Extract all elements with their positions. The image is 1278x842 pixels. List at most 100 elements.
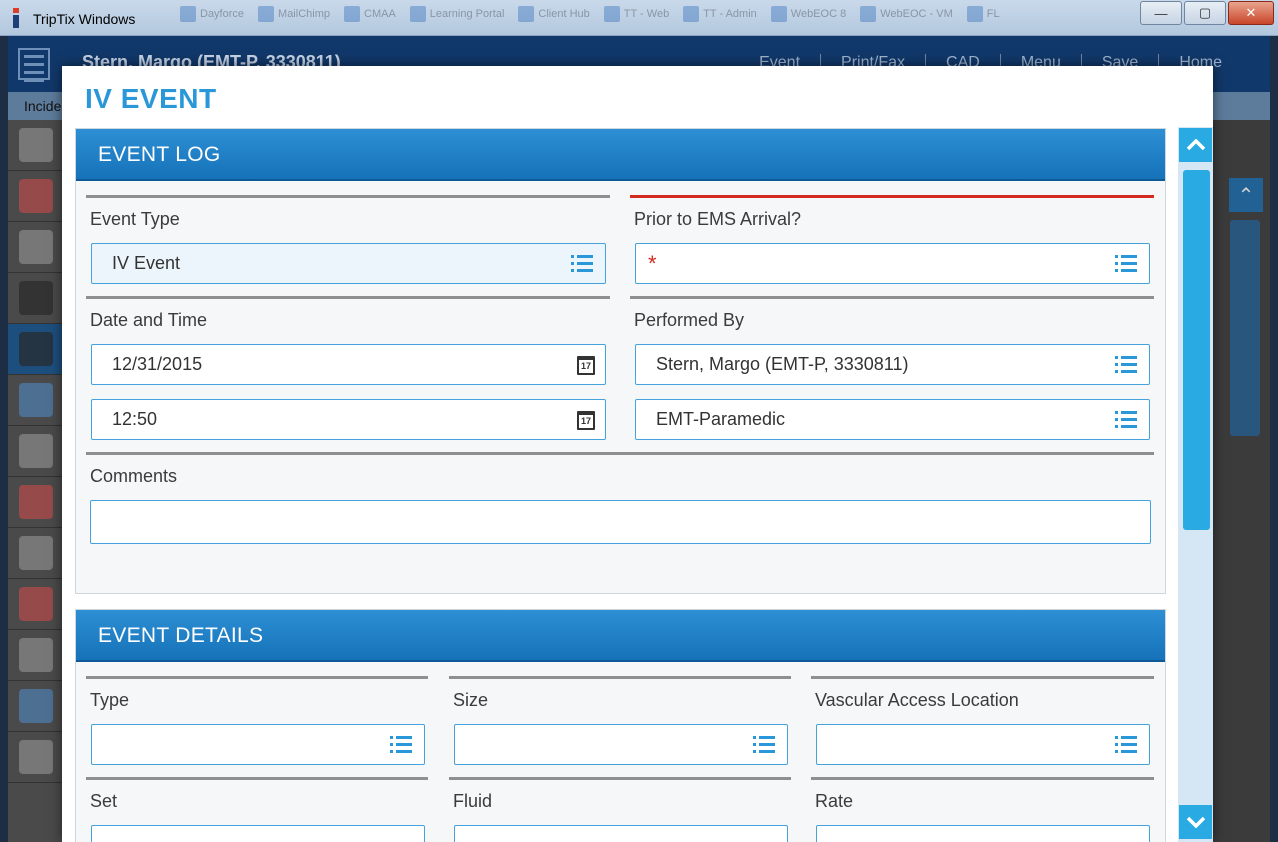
list-icon[interactable] [1115,356,1137,374]
pill-bottle-icon [19,128,53,162]
menu-list-icon[interactable] [18,48,50,82]
size-select[interactable] [454,724,788,765]
tab-icon [409,6,426,22]
required-divider [630,195,1154,198]
fluid-select[interactable] [454,825,788,842]
browser-tab[interactable]: TT - Admin [683,4,757,24]
field-value: 12/31/2015 [112,354,203,374]
list-icon[interactable] [1115,411,1137,429]
side-item-events[interactable] [8,324,64,375]
event-type-select[interactable]: IV Event [91,243,606,284]
time-input[interactable]: 12:50 17 [91,399,606,440]
minimize-button[interactable]: — [1140,1,1182,25]
shield-cross-icon [19,587,53,621]
side-item-firstaid[interactable] [8,477,64,528]
chevron-down-icon [1186,816,1205,828]
list-icon[interactable] [753,736,775,754]
maximize-button[interactable]: ▢ [1184,1,1226,25]
side-item-protocols[interactable] [8,579,64,630]
certification-select[interactable]: EMT-Paramedic [635,399,1150,440]
field-label: Date and Time [90,310,208,330]
window-title: TripTix Windows [33,11,136,27]
size-field: Size [449,676,791,711]
background-scrollbar [1230,220,1260,436]
side-item-medications[interactable] [8,120,64,171]
tab-icon [603,6,620,22]
scroll-thumb[interactable] [1183,170,1210,530]
calendar-icon[interactable]: 17 [577,356,595,375]
field-label: Size [453,690,489,710]
type-select[interactable] [91,724,425,765]
tab-icon [966,6,983,22]
field-label: Prior to EMS Arrival? [634,209,802,229]
field-label: Fluid [453,791,493,811]
subbar-label: Incide [24,98,62,114]
required-asterisk: * [648,250,657,276]
chevron-up-icon[interactable]: ⌃ [1229,178,1263,212]
list-icon[interactable] [571,255,593,273]
field-divider [449,777,791,780]
list-icon[interactable] [1115,255,1137,273]
field-divider [630,296,1154,299]
field-label: Type [90,690,130,710]
field-label: Rate [815,791,854,811]
browser-tab[interactable]: CMAA [344,4,396,24]
event-details-panel: EVENT DETAILS Type Size Vascular Access … [75,609,1166,842]
field-value: EMT-Paramedic [656,409,786,429]
iv-event-dialog: IV EVENT EVENT LOG Event Type IV Event P… [62,66,1213,842]
triptix-logo-icon [13,8,19,28]
field-label: Set [90,791,118,811]
browser-tab[interactable]: FL [966,4,1000,24]
prior-to-ems-select[interactable]: * [635,243,1150,284]
calendar-icon[interactable]: 17 [577,411,595,430]
hospital-icon [19,383,53,417]
date-time-field: Date and Time [86,296,610,331]
dialog-title: IV EVENT [85,83,217,114]
caduceus-icon [19,740,53,774]
side-item-notes[interactable] [8,222,64,273]
close-window-button[interactable]: ✕ [1228,1,1274,25]
scroll-down-button[interactable] [1179,805,1212,839]
browser-tab-strip: Dayforce MailChimp CMAA Learning Portal … [180,4,1000,24]
list-icon[interactable] [1115,736,1137,754]
vascular-access-location-select[interactable] [816,724,1150,765]
list-icon[interactable] [390,736,412,754]
browser-tab[interactable]: WebEOC - VM [860,4,953,24]
browser-tab[interactable]: Client Hub [518,4,590,24]
performed-by-field: Performed By [630,296,1154,331]
tab-icon [683,6,700,22]
comments-input[interactable] [90,500,1151,544]
set-select[interactable] [91,825,425,842]
date-input[interactable]: 12/31/2015 17 [91,344,606,385]
tab-icon [258,6,275,22]
dialog-scrollbar[interactable] [1178,127,1213,842]
field-label: Performed By [634,310,745,330]
window-controls: — ▢ ✕ [1140,1,1274,25]
comments-field: Comments [86,452,1154,487]
set-field: Set [86,777,428,812]
scroll-up-button[interactable] [1179,128,1212,162]
side-item-assessment[interactable] [8,171,64,222]
browser-tab[interactable]: Learning Portal [409,4,504,24]
side-item-medical[interactable] [8,732,64,783]
field-value: Stern, Margo (EMT-P, 3330811) [656,354,909,374]
rate-input[interactable] [816,825,1150,842]
anatomy-icon [19,179,53,213]
panel-title: EVENT LOG [98,143,221,166]
panel-title: EVENT DETAILS [98,624,264,647]
browser-tab[interactable]: TT - Web [603,4,669,24]
side-item-xray[interactable] [8,273,64,324]
browser-tab[interactable]: WebEOC 8 [770,4,846,24]
side-item-ems[interactable] [8,681,64,732]
side-item-attachments[interactable] [8,630,64,681]
side-item-checklist[interactable] [8,528,64,579]
field-label: Comments [90,466,178,486]
medical-bag-icon [19,332,53,366]
side-item-transport[interactable] [8,426,64,477]
browser-tab[interactable]: Dayforce [180,4,244,24]
prior-to-ems-field: Prior to EMS Arrival? [630,195,1154,230]
side-nav [8,120,64,842]
browser-tab[interactable]: MailChimp [258,4,330,24]
performed-by-select[interactable]: Stern, Margo (EMT-P, 3330811) [635,344,1150,385]
side-item-facility[interactable] [8,375,64,426]
